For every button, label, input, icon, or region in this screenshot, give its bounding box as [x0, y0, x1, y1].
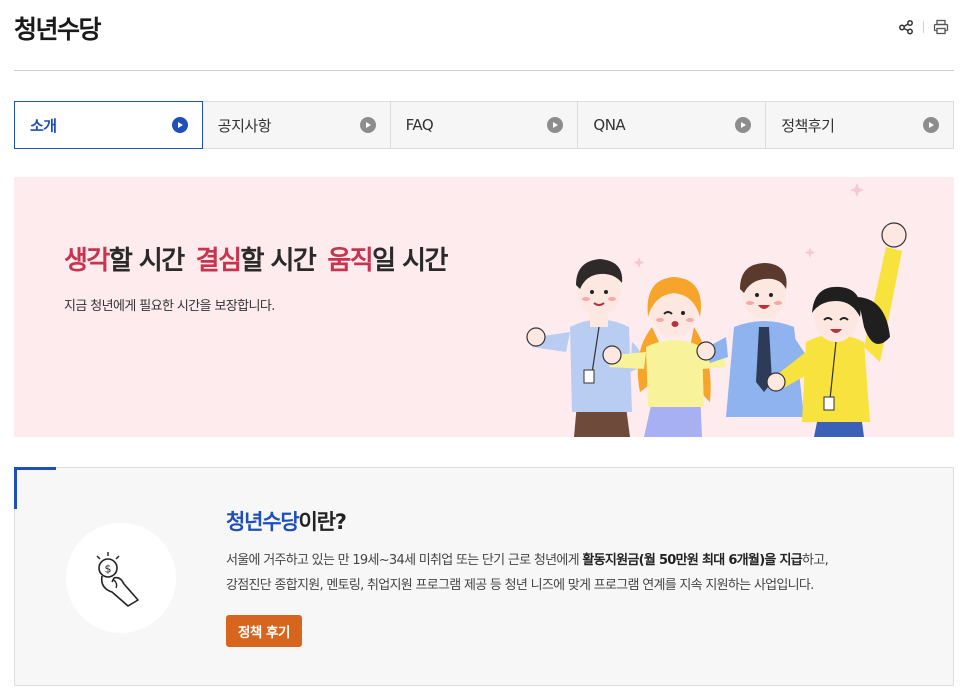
- tab-label: QNA: [593, 116, 626, 134]
- intro-desc-text: 서울에 거주하고 있는 만 19세~34세 미취업 또는 단기 근로 청년에게: [226, 553, 583, 568]
- tab-menu: 소개 공지사항 FAQ QNA 정책후기: [14, 101, 954, 149]
- tab-qna[interactable]: QNA: [578, 101, 767, 149]
- tab-intro[interactable]: 소개: [14, 101, 203, 149]
- play-circle-icon: [359, 117, 376, 133]
- person-left: [526, 259, 643, 437]
- banner-headline: 생각할 시간 결심할 시간 움직일 시간: [64, 240, 448, 277]
- play-circle-icon: [171, 117, 188, 133]
- play-circle-icon: [547, 117, 564, 133]
- play-circle-icon: [922, 117, 939, 133]
- play-circle-icon: [735, 117, 752, 133]
- tab-label: 공지사항: [217, 116, 272, 135]
- headline-text: 일 시간: [372, 246, 448, 276]
- coin-hand-icon: $: [66, 523, 176, 633]
- person-with-tie: [696, 263, 814, 417]
- headline-highlight: 생각: [64, 246, 110, 276]
- tab-notice[interactable]: 공지사항: [202, 101, 391, 149]
- tab-label: 소개: [30, 116, 57, 135]
- intro-title-rest: 이란?: [298, 510, 346, 534]
- page-title: 청년수당: [14, 15, 102, 44]
- intro-desc-bold: 활동지원금(월 50만원 최대 6개월)을 지급: [582, 553, 803, 568]
- tab-label: FAQ: [405, 116, 434, 134]
- page-header: 청년수당: [14, 0, 954, 71]
- print-icon[interactable]: [930, 16, 952, 38]
- tab-faq[interactable]: FAQ: [390, 101, 579, 149]
- share-icon[interactable]: [895, 16, 917, 38]
- tab-label: 정책후기: [781, 116, 835, 135]
- policy-review-button[interactable]: 정책 후기: [226, 615, 302, 647]
- intro-description: 서울에 거주하고 있는 만 19세~34세 미취업 또는 단기 근로 청년에게 …: [226, 548, 941, 598]
- tool-divider: [923, 21, 924, 33]
- intro-title-highlight: 청년수당: [226, 510, 300, 534]
- headline-highlight: 움직: [327, 246, 373, 276]
- headline-text: 할 시간: [240, 246, 317, 276]
- hero-banner: 생각할 시간 결심할 시간 움직일 시간 지금 청년에게 필요한 시간을 보장합니다…: [14, 177, 954, 437]
- header-tools: [895, 16, 952, 38]
- svg-text:$: $: [105, 563, 112, 576]
- corner-accent: [14, 467, 56, 509]
- headline-highlight: 결심: [195, 246, 242, 276]
- tab-review[interactable]: 정책후기: [766, 101, 954, 149]
- intro-title: 청년수당이란?: [226, 506, 347, 536]
- headline-text: 할 시간: [108, 246, 185, 276]
- intro-desc-line2: 강점진단 종합지원, 멘토링, 취업지원 프로그램 제공 등 청년 니즈에 맞게…: [226, 578, 814, 593]
- cheering-youth-illustration: [526, 183, 907, 437]
- intro-desc-text: 하고,: [802, 553, 829, 568]
- banner-subtitle: 지금 청년에게 필요한 시간을 보장합니다.: [64, 299, 275, 314]
- intro-section: $ 청년수당이란? 서울에 거주하고 있는 만 19세~34세 미취업 또는 단…: [14, 467, 954, 686]
